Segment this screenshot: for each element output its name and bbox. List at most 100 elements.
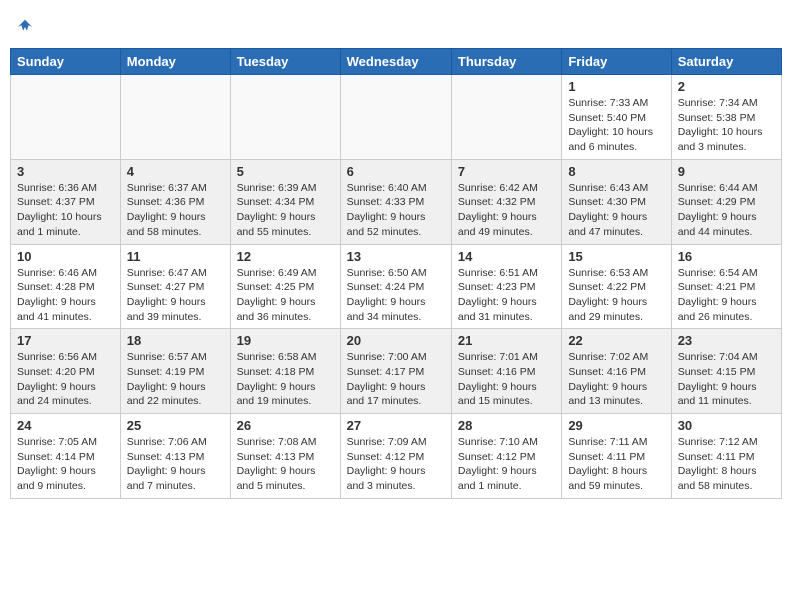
day-number: 29 [568,418,664,433]
day-info: Sunrise: 6:53 AM Sunset: 4:22 PM Dayligh… [568,266,664,325]
day-number: 19 [237,333,334,348]
page-header [10,10,782,40]
calendar-cell: 12 Sunrise: 6:49 AM Sunset: 4:25 PM Dayli… [230,244,340,329]
calendar-header-row: SundayMondayTuesdayWednesdayThursdayFrid… [11,49,782,75]
calendar-cell [340,75,451,160]
day-number: 17 [17,333,114,348]
day-info: Sunrise: 6:49 AM Sunset: 4:25 PM Dayligh… [237,266,334,325]
day-info: Sunrise: 6:40 AM Sunset: 4:33 PM Dayligh… [347,181,445,240]
day-number: 5 [237,164,334,179]
day-number: 11 [127,249,224,264]
day-number: 10 [17,249,114,264]
calendar-cell: 29 Sunrise: 7:11 AM Sunset: 4:11 PM Dayli… [562,414,671,499]
calendar-cell: 3 Sunrise: 6:36 AM Sunset: 4:37 PM Daylig… [11,159,121,244]
column-header-tuesday: Tuesday [230,49,340,75]
calendar-cell: 8 Sunrise: 6:43 AM Sunset: 4:30 PM Daylig… [562,159,671,244]
day-info: Sunrise: 6:36 AM Sunset: 4:37 PM Dayligh… [17,181,114,240]
day-number: 12 [237,249,334,264]
day-info: Sunrise: 7:10 AM Sunset: 4:12 PM Dayligh… [458,435,555,494]
calendar-cell: 13 Sunrise: 6:50 AM Sunset: 4:24 PM Dayli… [340,244,451,329]
day-number: 25 [127,418,224,433]
calendar-cell: 4 Sunrise: 6:37 AM Sunset: 4:36 PM Daylig… [120,159,230,244]
day-number: 2 [678,79,775,94]
day-number: 20 [347,333,445,348]
calendar-cell: 14 Sunrise: 6:51 AM Sunset: 4:23 PM Dayli… [451,244,561,329]
day-number: 24 [17,418,114,433]
day-number: 18 [127,333,224,348]
calendar-cell: 16Sunrise: 6:54 AM Sunset: 4:21 PM Dayli… [671,244,781,329]
day-number: 27 [347,418,445,433]
day-info: Sunrise: 7:34 AM Sunset: 5:38 PM Dayligh… [678,96,775,155]
column-header-thursday: Thursday [451,49,561,75]
day-info: Sunrise: 6:51 AM Sunset: 4:23 PM Dayligh… [458,266,555,325]
calendar-cell: 24 Sunrise: 7:05 AM Sunset: 4:14 PM Dayli… [11,414,121,499]
day-number: 8 [568,164,664,179]
day-number: 13 [347,249,445,264]
day-info: Sunrise: 6:39 AM Sunset: 4:34 PM Dayligh… [237,181,334,240]
calendar-cell [120,75,230,160]
day-number: 3 [17,164,114,179]
day-number: 21 [458,333,555,348]
day-info: Sunrise: 6:43 AM Sunset: 4:30 PM Dayligh… [568,181,664,240]
calendar-cell: 22 Sunrise: 7:02 AM Sunset: 4:16 PM Dayli… [562,329,671,414]
day-info: Sunrise: 6:54 AM Sunset: 4:21 PM Dayligh… [678,266,775,325]
day-number: 6 [347,164,445,179]
calendar-week-row: 1 Sunrise: 7:33 AM Sunset: 5:40 PM Daylig… [11,75,782,160]
calendar-week-row: 3 Sunrise: 6:36 AM Sunset: 4:37 PM Daylig… [11,159,782,244]
day-number: 14 [458,249,555,264]
column-header-wednesday: Wednesday [340,49,451,75]
day-info: Sunrise: 6:46 AM Sunset: 4:28 PM Dayligh… [17,266,114,325]
calendar-cell: 7 Sunrise: 6:42 AM Sunset: 4:32 PM Daylig… [451,159,561,244]
calendar-cell: 18 Sunrise: 6:57 AM Sunset: 4:19 PM Dayli… [120,329,230,414]
column-header-friday: Friday [562,49,671,75]
calendar-cell [451,75,561,160]
day-info: Sunrise: 7:33 AM Sunset: 5:40 PM Dayligh… [568,96,664,155]
day-info: Sunrise: 7:09 AM Sunset: 4:12 PM Dayligh… [347,435,445,494]
calendar-week-row: 24 Sunrise: 7:05 AM Sunset: 4:14 PM Dayli… [11,414,782,499]
calendar-cell: 23 Sunrise: 7:04 AM Sunset: 4:15 PM Dayli… [671,329,781,414]
day-number: 9 [678,164,775,179]
day-number: 23 [678,333,775,348]
calendar-cell: 10 Sunrise: 6:46 AM Sunset: 4:28 PM Dayli… [11,244,121,329]
day-info: Sunrise: 7:01 AM Sunset: 4:16 PM Dayligh… [458,350,555,409]
calendar-cell: 19Sunrise: 6:58 AM Sunset: 4:18 PM Dayli… [230,329,340,414]
day-info: Sunrise: 7:05 AM Sunset: 4:14 PM Dayligh… [17,435,114,494]
column-header-saturday: Saturday [671,49,781,75]
day-info: Sunrise: 6:44 AM Sunset: 4:29 PM Dayligh… [678,181,775,240]
day-number: 7 [458,164,555,179]
calendar-cell: 30Sunrise: 7:12 AM Sunset: 4:11 PM Dayli… [671,414,781,499]
day-info: Sunrise: 6:56 AM Sunset: 4:20 PM Dayligh… [17,350,114,409]
day-info: Sunrise: 7:12 AM Sunset: 4:11 PM Dayligh… [678,435,775,494]
calendar-cell [11,75,121,160]
day-number: 1 [568,79,664,94]
calendar-cell: 9 Sunrise: 6:44 AM Sunset: 4:29 PM Daylig… [671,159,781,244]
logo [14,18,34,32]
day-info: Sunrise: 7:04 AM Sunset: 4:15 PM Dayligh… [678,350,775,409]
calendar-cell: 21 Sunrise: 7:01 AM Sunset: 4:16 PM Dayli… [451,329,561,414]
calendar-cell: 17 Sunrise: 6:56 AM Sunset: 4:20 PM Dayli… [11,329,121,414]
day-number: 22 [568,333,664,348]
calendar-cell: 27 Sunrise: 7:09 AM Sunset: 4:12 PM Dayli… [340,414,451,499]
day-number: 4 [127,164,224,179]
day-info: Sunrise: 7:06 AM Sunset: 4:13 PM Dayligh… [127,435,224,494]
day-number: 28 [458,418,555,433]
calendar-week-row: 17 Sunrise: 6:56 AM Sunset: 4:20 PM Dayli… [11,329,782,414]
calendar-cell: 11 Sunrise: 6:47 AM Sunset: 4:27 PM Dayli… [120,244,230,329]
day-info: Sunrise: 6:47 AM Sunset: 4:27 PM Dayligh… [127,266,224,325]
logo-bird-icon [16,18,34,36]
day-info: Sunrise: 7:02 AM Sunset: 4:16 PM Dayligh… [568,350,664,409]
calendar-week-row: 10 Sunrise: 6:46 AM Sunset: 4:28 PM Dayli… [11,244,782,329]
day-info: Sunrise: 6:57 AM Sunset: 4:19 PM Dayligh… [127,350,224,409]
day-info: Sunrise: 7:11 AM Sunset: 4:11 PM Dayligh… [568,435,664,494]
day-info: Sunrise: 6:50 AM Sunset: 4:24 PM Dayligh… [347,266,445,325]
calendar-cell: 6 Sunrise: 6:40 AM Sunset: 4:33 PM Daylig… [340,159,451,244]
day-number: 26 [237,418,334,433]
day-info: Sunrise: 6:42 AM Sunset: 4:32 PM Dayligh… [458,181,555,240]
day-number: 15 [568,249,664,264]
calendar-cell: 28 Sunrise: 7:10 AM Sunset: 4:12 PM Dayli… [451,414,561,499]
calendar-cell [230,75,340,160]
calendar-cell: 20Sunrise: 7:00 AM Sunset: 4:17 PM Dayli… [340,329,451,414]
day-info: Sunrise: 6:37 AM Sunset: 4:36 PM Dayligh… [127,181,224,240]
calendar-cell: 15 Sunrise: 6:53 AM Sunset: 4:22 PM Dayli… [562,244,671,329]
column-header-monday: Monday [120,49,230,75]
